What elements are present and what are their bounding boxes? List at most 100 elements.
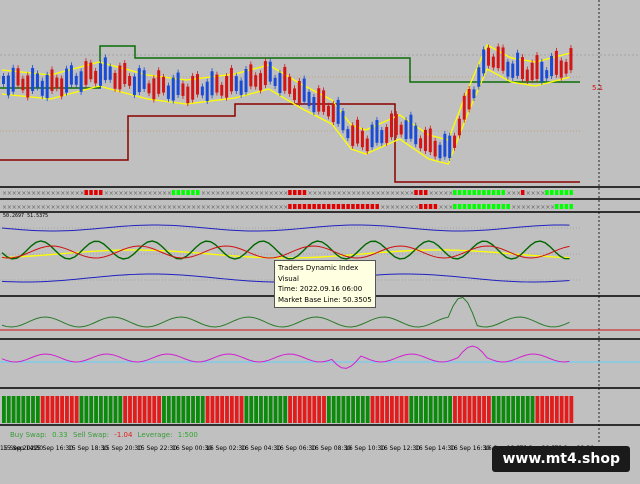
histogram-bar: [409, 396, 414, 423]
buy-signal: [472, 190, 476, 195]
candle-body: [525, 69, 529, 82]
histogram-bar: [2, 396, 6, 423]
histogram-bar: [254, 396, 258, 423]
candle-body: [186, 86, 190, 104]
histogram-bar: [336, 396, 341, 423]
buy-signal: [487, 190, 491, 195]
neutral-mark: ×: [448, 190, 453, 197]
sell-signal: [341, 204, 345, 209]
histogram-bar: [564, 396, 569, 423]
candle-body: [60, 78, 64, 97]
candle-body: [496, 46, 500, 69]
buy-signal: [482, 190, 486, 195]
histogram-bar: [302, 396, 307, 423]
buy-signal: [506, 204, 510, 209]
histogram-bar: [307, 396, 312, 423]
candle-body: [467, 88, 471, 110]
neutral-mark: ×: [550, 204, 555, 211]
histogram-bar: [196, 396, 200, 423]
histogram-bar: [263, 396, 268, 423]
buy-signal: [482, 204, 486, 209]
sell-swap-label: Sell Swap:: [72, 431, 110, 439]
histogram-bar: [268, 396, 273, 423]
histogram-bar: [559, 396, 564, 423]
sell-signal: [428, 204, 433, 209]
candle-body: [132, 76, 136, 96]
sell-signal: [302, 204, 307, 209]
buy-signal: [477, 190, 481, 195]
sell-signal: [351, 204, 355, 209]
candle-body: [535, 55, 539, 79]
candle-body: [336, 99, 340, 124]
candle-body: [278, 73, 282, 94]
histogram-bar: [317, 396, 322, 423]
sell-signal: [433, 204, 438, 209]
histogram-bar: [215, 396, 220, 423]
candle-body: [394, 114, 398, 136]
swap-info: Buy Swap: 0.33 Sell Swap: -1.04 Leverage…: [10, 431, 201, 439]
candle-body: [351, 125, 355, 146]
sell-signal: [293, 204, 297, 209]
sell-signal: [99, 190, 103, 195]
watermark-logo: www.mt4.shop: [492, 446, 630, 472]
buy-signal: [554, 190, 559, 195]
sell-signal: [346, 204, 350, 209]
histogram-bar: [438, 396, 443, 423]
histogram-bar: [370, 396, 375, 423]
candle-body: [540, 61, 544, 82]
candle-body: [448, 135, 452, 159]
histogram-bar: [496, 396, 501, 423]
candle-body: [259, 73, 263, 91]
buy-signal: [186, 190, 190, 195]
candle-body: [293, 88, 296, 101]
histogram-bar: [360, 396, 365, 423]
histogram-bar: [428, 396, 433, 423]
candle-body: [365, 138, 369, 152]
buy-signal: [457, 204, 462, 209]
candle-body: [559, 60, 563, 78]
buy-signal: [564, 204, 569, 209]
buy-signal: [550, 190, 554, 195]
candle-body: [477, 67, 481, 87]
candle-body: [326, 105, 330, 117]
candle-body: [506, 61, 510, 77]
candle-body: [6, 75, 10, 96]
candle-body: [360, 130, 364, 148]
candle-body: [390, 113, 393, 138]
buy-signal: [559, 204, 564, 209]
sell-signal: [302, 190, 307, 195]
buy-signal: [487, 204, 491, 209]
candle-body: [288, 76, 292, 94]
sell-signal: [288, 204, 292, 209]
sell-signal: [375, 204, 379, 209]
histogram-bar: [31, 396, 35, 423]
sell-signal: [365, 204, 370, 209]
sell-signal: [419, 190, 423, 195]
sell-signal: [423, 190, 428, 195]
sell-signal: [322, 204, 326, 209]
sell-signal: [84, 190, 88, 195]
candle-body: [147, 83, 151, 94]
histogram-bar: [399, 396, 404, 423]
buy-signal: [472, 204, 476, 209]
tooltip-time: Time: 2022.09.16 06:00: [278, 285, 363, 293]
histogram-bar: [171, 396, 176, 423]
buy-signal: [462, 204, 467, 209]
buy-swap-label: Buy Swap:: [10, 431, 47, 439]
trading-chart[interactable]: × × × × × × × × × × × × × × × × × × × × × × × × × × × × × × × × × × × × × × × ×…: [0, 0, 640, 480]
histogram-bar: [385, 396, 389, 423]
sell-signal: [312, 204, 316, 209]
candle-body: [2, 76, 5, 84]
sell-signal: [297, 190, 302, 195]
histogram-bar: [293, 396, 297, 423]
chart-canvas[interactable]: × × × × × × × × × × × × × × × × × × × × × × × × × × × × × × × × × × × × × × × ×…: [0, 0, 640, 480]
histogram-bar: [419, 396, 423, 423]
candle-body: [79, 71, 83, 92]
candle-body: [423, 129, 427, 152]
histogram-bar: [162, 396, 166, 423]
histogram-bar: [477, 396, 482, 423]
histogram-bar: [84, 396, 89, 423]
histogram-bar: [312, 396, 317, 423]
sell-signal: [307, 204, 312, 209]
candle-body: [428, 128, 432, 153]
